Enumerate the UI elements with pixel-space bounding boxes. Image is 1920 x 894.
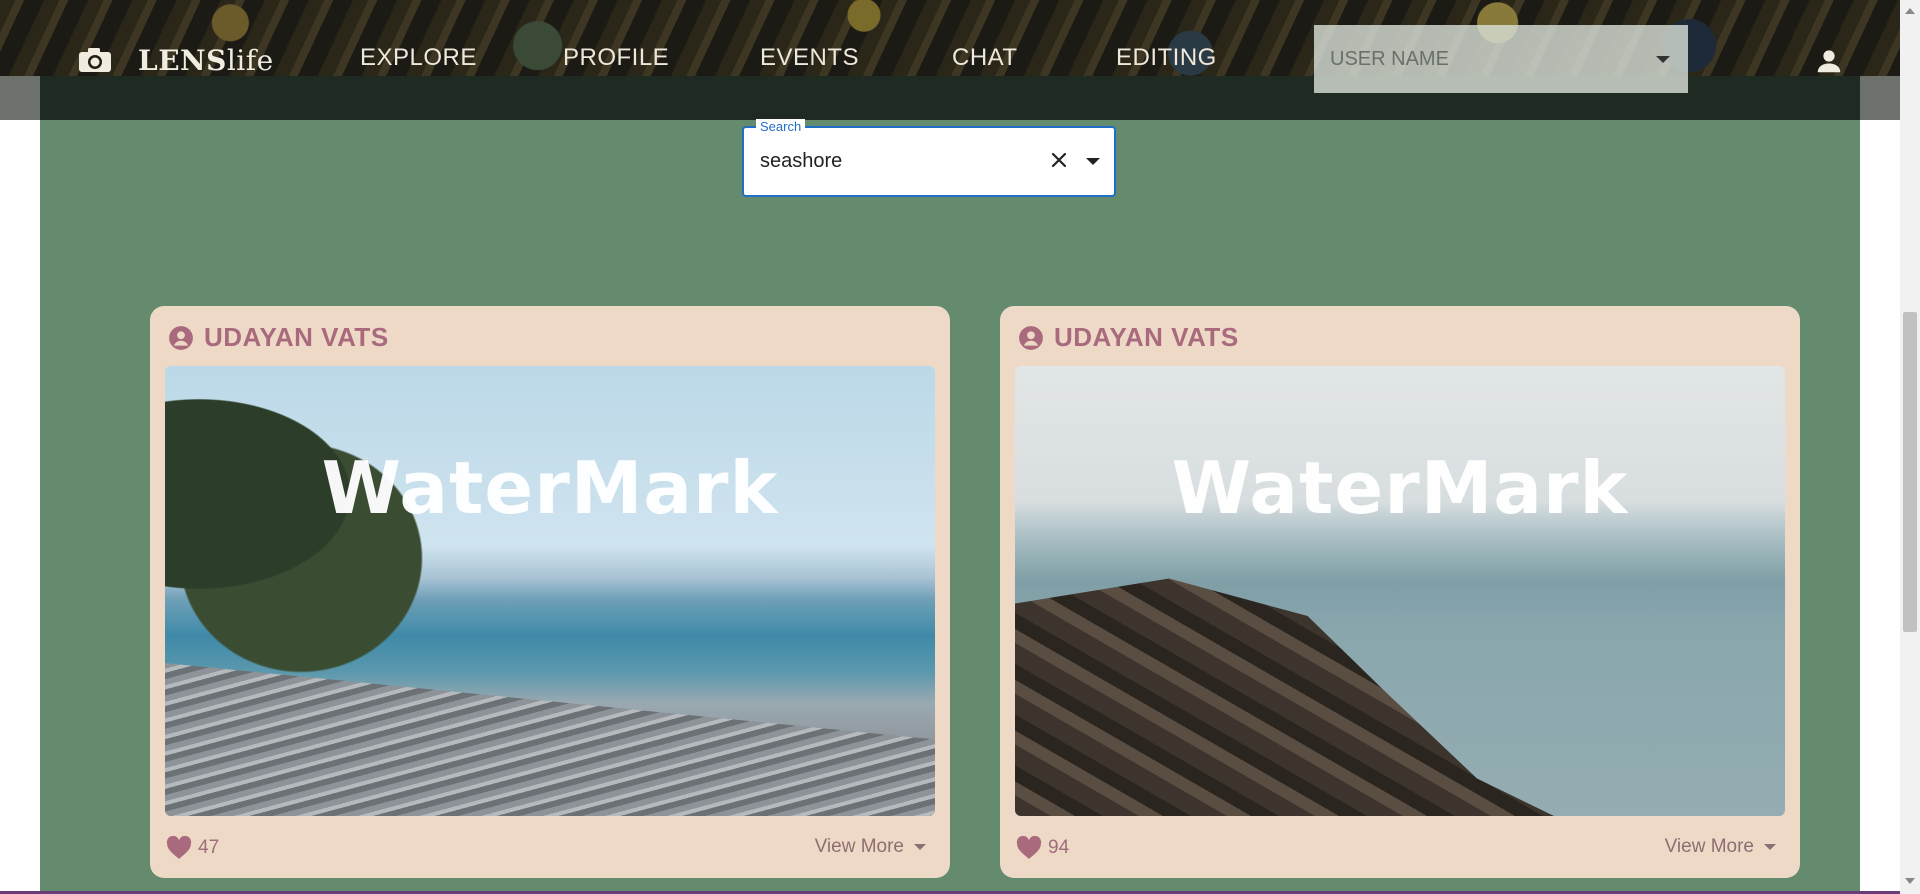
scroll-down-icon[interactable] bbox=[1905, 878, 1915, 884]
post-photo[interactable]: WaterMark bbox=[165, 366, 935, 816]
heart-icon bbox=[1016, 836, 1042, 859]
nav-chat[interactable]: CHAT bbox=[952, 44, 1018, 72]
chevron-down-icon bbox=[914, 844, 926, 850]
camera-icon[interactable] bbox=[78, 47, 112, 73]
user-circle-icon bbox=[1019, 325, 1043, 350]
chevron-down-icon bbox=[1764, 844, 1776, 850]
nav-explore[interactable]: EXPLORE bbox=[360, 44, 477, 72]
view-more-label: View More bbox=[814, 836, 904, 857]
post-author[interactable]: UDAYAN VATS bbox=[1018, 322, 1239, 353]
post-card: UDAYAN VATS WaterMark 94 View More bbox=[1000, 306, 1800, 878]
view-more-button[interactable]: View More bbox=[1665, 836, 1776, 858]
view-more-label: View More bbox=[1664, 836, 1754, 857]
post-author-name: UDAYAN VATS bbox=[204, 322, 389, 352]
page-scrollbar[interactable] bbox=[1900, 0, 1920, 894]
account-icon[interactable] bbox=[1814, 46, 1844, 76]
nav-events[interactable]: EVENTS bbox=[760, 44, 859, 72]
user-name-select[interactable]: USER NAME bbox=[1314, 25, 1688, 93]
chevron-down-icon bbox=[1656, 56, 1670, 63]
brand-logo-bold: LENS bbox=[138, 44, 227, 77]
scroll-up-icon[interactable] bbox=[1905, 8, 1915, 14]
clear-icon[interactable] bbox=[1048, 149, 1070, 171]
like-button[interactable]: 47 bbox=[166, 836, 219, 860]
heart-icon bbox=[166, 836, 192, 859]
post-card: UDAYAN VATS WaterMark 47 View More bbox=[150, 306, 950, 878]
like-count: 94 bbox=[1048, 837, 1070, 858]
like-button[interactable]: 94 bbox=[1016, 836, 1069, 860]
nav-profile[interactable]: PROFILE bbox=[563, 44, 669, 72]
brand-logo[interactable]: LENSlife bbox=[138, 44, 274, 77]
post-photo[interactable]: WaterMark bbox=[1015, 366, 1785, 816]
search-label: Search bbox=[756, 119, 806, 134]
chevron-down-icon[interactable] bbox=[1086, 158, 1100, 165]
user-name-select-value: USER NAME bbox=[1330, 48, 1449, 70]
scrollbar-thumb[interactable] bbox=[1903, 312, 1917, 632]
brand-logo-light: life bbox=[226, 44, 274, 77]
user-circle-icon bbox=[169, 325, 193, 350]
nav-editing[interactable]: EDITING bbox=[1116, 44, 1217, 72]
view-more-button[interactable]: View More bbox=[815, 836, 926, 858]
like-count: 47 bbox=[198, 837, 220, 858]
post-author-name: UDAYAN VATS bbox=[1054, 322, 1239, 352]
search-autocomplete[interactable]: Search seashore bbox=[742, 119, 1116, 197]
watermark-text: WaterMark bbox=[321, 446, 779, 530]
watermark-text: WaterMark bbox=[1171, 446, 1629, 530]
search-input[interactable]: seashore bbox=[760, 150, 842, 173]
post-author[interactable]: UDAYAN VATS bbox=[168, 322, 389, 353]
